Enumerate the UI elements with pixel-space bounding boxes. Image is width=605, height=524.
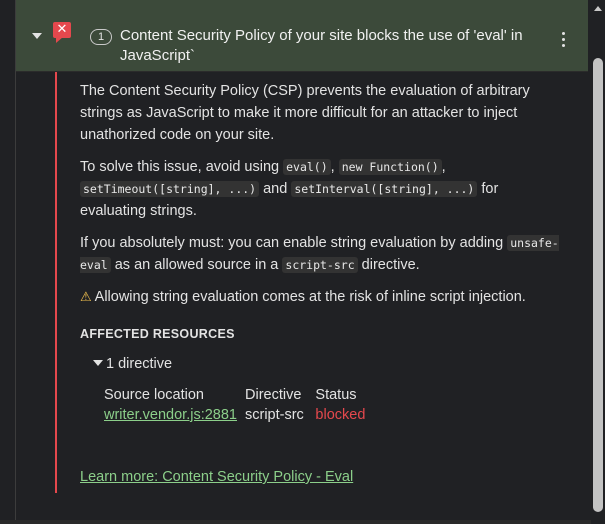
- kebab-menu-icon[interactable]: [560, 32, 566, 50]
- issue-title[interactable]: Content Security Policy of your site blo…: [120, 26, 540, 66]
- code-new-function: new Function(): [338, 159, 442, 175]
- code-script-src: script-src: [282, 257, 358, 273]
- description-paragraph-2: To solve this issue, avoid using eval(),…: [80, 156, 560, 222]
- affected-resources-heading: AFFECTED RESOURCES: [80, 327, 235, 341]
- issue-count-badge: 1: [90, 29, 112, 45]
- text: directive.: [357, 257, 420, 273]
- text: and: [259, 181, 292, 197]
- text: To solve this issue, avoid using: [80, 159, 284, 175]
- status-cell: blocked: [315, 407, 366, 423]
- text: as an allowed source in a: [110, 257, 283, 273]
- text: ,: [441, 159, 446, 175]
- source-location-link[interactable]: writer.vendor.js:2881: [104, 407, 237, 423]
- issue-description: The Content Security Policy (CSP) preven…: [80, 80, 560, 319]
- scroll-up-icon[interactable]: [594, 6, 602, 11]
- warning-triangle-icon: ⚠: [80, 290, 92, 305]
- text: ,: [330, 159, 339, 175]
- description-paragraph-1: The Content Security Policy (CSP) preven…: [80, 83, 530, 143]
- code-setinterval: setInterval([string], ...): [291, 181, 478, 197]
- column-status: Status: [315, 387, 357, 403]
- description-paragraph-3: If you absolutely must: you can enable s…: [80, 232, 560, 276]
- caret-down-icon[interactable]: [32, 33, 42, 39]
- learn-more-link[interactable]: Learn more: Content Security Policy - Ev…: [80, 469, 353, 485]
- directive-toggle-label: 1 directive: [106, 356, 173, 372]
- text: If you absolutely must: you can enable s…: [80, 235, 508, 251]
- vertical-scrollbar[interactable]: [591, 0, 605, 524]
- warning-text: Allowing string evaluation comes at the …: [94, 289, 526, 305]
- column-directive: Directive: [245, 387, 302, 403]
- directive-toggle[interactable]: 1 directive: [93, 356, 172, 372]
- error-flag-icon: ✕: [53, 22, 71, 43]
- scrollbar-thumb[interactable]: [593, 58, 603, 512]
- code-eval: eval(): [283, 159, 331, 175]
- error-indicator-rule: [55, 72, 57, 493]
- directive-cell: script-src: [245, 407, 304, 423]
- caret-down-icon[interactable]: [93, 360, 103, 366]
- issue-header[interactable]: ✕ 1 Content Security Policy of your site…: [16, 0, 588, 72]
- code-settimeout: setTimeout([string], ...): [80, 181, 260, 197]
- warning-message: ⚠ Allowing string evaluation comes at the…: [80, 286, 560, 309]
- bottom-edge: [0, 520, 591, 524]
- column-source-location: Source location: [104, 387, 204, 403]
- affected-resources-table: Source location Directive Status writer.…: [104, 387, 373, 423]
- table-row: writer.vendor.js:2881 script-src blocked: [104, 407, 373, 423]
